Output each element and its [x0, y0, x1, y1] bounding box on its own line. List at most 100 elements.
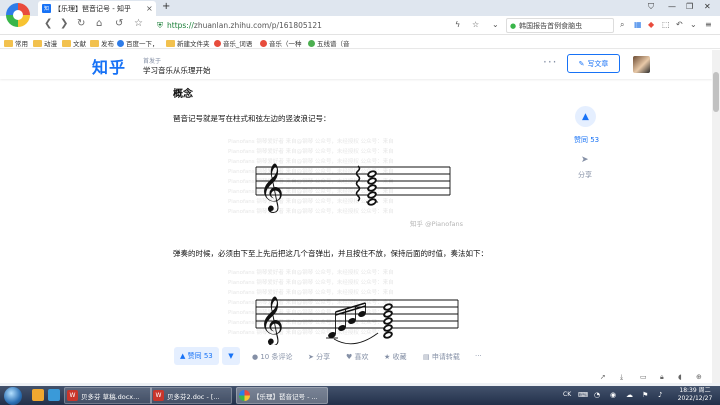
like-label: 喜欢 [354, 353, 369, 361]
avatar[interactable] [633, 56, 650, 73]
windows-taskbar: W 贝多芬 草稿.docx... W 贝多芬2.doc - [... 【乐理】琶… [0, 386, 720, 405]
bookmark-label: 发布 [101, 40, 114, 48]
bookmark-item[interactable]: 文献 [62, 38, 86, 48]
taskbar-item-label: 贝多芬 草稿.docx... [81, 392, 140, 401]
keyboard-icon[interactable]: ⌨ [578, 391, 588, 399]
share-icon[interactable]: ➤ [581, 155, 589, 165]
bookmark-label: 动漫 [44, 40, 57, 48]
search-icon[interactable]: ⌕ [620, 20, 624, 30]
upvote-count[interactable]: 赞同 53 [574, 135, 599, 145]
sound-icon[interactable]: ◖ [678, 373, 682, 381]
url-field[interactable]: ⛨ https:// zhuanlan.zhihu.com/p/16180512… [157, 18, 489, 33]
folder-icon[interactable] [32, 389, 44, 401]
column-label: 首发于 [143, 58, 162, 65]
downvote-button[interactable]: ▼ [222, 347, 240, 365]
bookmark-label: 常用 [15, 40, 28, 48]
lightning-icon[interactable]: ϟ [455, 20, 460, 29]
zhihu-logo[interactable]: 知乎 [92, 54, 126, 78]
maximize-icon[interactable]: ❐ [686, 2, 693, 11]
browser-menu-icon[interactable]: ⛉ [648, 2, 654, 12]
clock-time: 18:39 周二 [679, 387, 711, 394]
search-text: 韩国报告首例食脑虫 [519, 21, 583, 30]
reload-icon[interactable]: ↻ [77, 18, 85, 29]
send-icon[interactable]: ➚ [600, 373, 606, 381]
volume-icon[interactable]: ♪ [658, 391, 662, 399]
reprint-icon: ▤ [423, 353, 430, 361]
bookmark-item[interactable]: 常用 [4, 38, 28, 48]
favorites-star-icon[interactable]: ☆ [134, 18, 143, 29]
staff-lines [255, 166, 451, 196]
wechat-icon[interactable]: ◉ [610, 391, 616, 399]
upvote-arrow-icon: ▲ [582, 111, 589, 122]
upvote-circle-button[interactable]: ▲ [575, 106, 596, 127]
folder-icon [4, 39, 13, 47]
paragraph-2: 弹奏的时候，必须由下至上先后把这几个音弹出，并且按住不放，保持后面的时值，奏法如… [173, 249, 488, 258]
favorite-button[interactable]: ★ 收藏 [384, 352, 407, 362]
home-icon[interactable]: ⌂ [96, 18, 102, 29]
cloud-icon[interactable]: ☁ [626, 391, 633, 399]
layout-icon[interactable]: ▭ [640, 373, 647, 381]
menu-icon[interactable]: ≡ [705, 20, 712, 29]
taskbar-item-doc1[interactable]: W 贝多芬 草稿.docx... [64, 387, 152, 404]
page-scrollbar[interactable] [712, 50, 720, 383]
like-button[interactable]: ♥ 喜欢 [346, 352, 369, 362]
app-icon[interactable] [48, 389, 60, 401]
minimize-icon[interactable]: — [668, 2, 676, 11]
column-name[interactable]: 学习音乐从乐理开始 [143, 65, 211, 76]
input-method-indicator[interactable]: CK [563, 391, 571, 398]
upvote-button[interactable]: ▲ 赞同 53 [174, 347, 219, 365]
network-icon[interactable]: ◔ [594, 391, 600, 399]
chevron-down-icon[interactable]: ⌄ [690, 20, 697, 29]
reprint-button[interactable]: ▤ 申请转载 [423, 352, 460, 362]
extension-icon[interactable]: ⬚ [662, 20, 670, 29]
taskbar-clock[interactable]: 18:39 周二 2022/12/27 [672, 387, 718, 403]
write-article-button[interactable]: ✎ 写文章 [567, 54, 620, 73]
tie-slur [333, 332, 379, 345]
bookmark-item[interactable]: 动漫 [33, 38, 57, 48]
new-tab-button[interactable]: + [162, 1, 170, 12]
flag-icon[interactable]: ⚑ [642, 391, 648, 399]
bookmark-label: 百度一下， [126, 40, 159, 48]
more-actions-icon[interactable]: ··· [475, 352, 482, 360]
taskbar-item-browser[interactable]: 【乐理】琶音记号 - ... [236, 387, 328, 404]
more-options-icon[interactable]: ··· [543, 55, 557, 69]
share-label[interactable]: 分享 [578, 170, 592, 180]
taskbar-item-doc2[interactable]: W 贝多芬2.doc - [... [150, 387, 232, 404]
bookmark-item[interactable]: 新建文件夹 [166, 38, 210, 48]
zoom-icon[interactable]: ⊕ [696, 373, 702, 381]
share-label: 分享 [316, 353, 331, 361]
forward-icon[interactable]: ❯ [60, 18, 68, 29]
staff-lines [255, 299, 459, 329]
scrollbar-thumb[interactable] [713, 72, 719, 112]
tab-close-icon[interactable]: × [146, 4, 156, 13]
browser-logo-icon[interactable] [6, 3, 30, 27]
star-icon[interactable]: ☆ [472, 20, 479, 29]
bookmark-item[interactable]: 音乐（一种 [260, 38, 302, 48]
paragraph-1: 琶音记号就是写在柱式和弦左边的竖波浪记号： [173, 114, 331, 123]
grid-icon[interactable]: ▦ [634, 20, 642, 29]
zhihu-header: 知乎 首发于 学习音乐从乐理开始 ··· ✎ 写文章 [0, 50, 712, 79]
undo-icon[interactable]: ↶ [676, 20, 683, 29]
bookmark-item[interactable]: 五线谱（音 [308, 38, 350, 48]
gamepad-icon[interactable]: ◆ [648, 20, 654, 29]
bookmark-label: 五线谱（音 [317, 40, 350, 48]
start-button[interactable] [4, 387, 22, 405]
taskbar-item-label: 贝多芬2.doc - [... [167, 392, 220, 401]
browser-icon [239, 390, 250, 401]
lock-icon[interactable]: 🔒︎ [660, 373, 664, 382]
comment-icon: ● [252, 353, 259, 361]
back-icon[interactable]: ❮ [44, 18, 52, 29]
browser-tab-active[interactable]: 知 【乐理】琶音记号 - 知乎 × [38, 1, 156, 16]
undo-close-icon[interactable]: ↺ [115, 18, 123, 29]
dropdown-icon[interactable]: ⌄ [492, 20, 499, 29]
folder-icon [62, 39, 71, 47]
download-icon[interactable]: ⤓ [620, 373, 623, 382]
search-input[interactable]: ● 韩国报告首例食脑虫 [506, 18, 614, 33]
bookmark-item[interactable]: 百度一下， [117, 38, 159, 48]
bookmark-item[interactable]: 音乐_词语 [214, 38, 252, 48]
bookmark-item[interactable]: 发布 [90, 38, 114, 48]
address-bar: ❮ ❯ ↻ ⌂ ↺ ☆ ⛨ https:// zhuanlan.zhihu.co… [0, 16, 720, 35]
share-button[interactable]: ➤ 分享 [308, 352, 330, 362]
close-window-icon[interactable]: ✕ [704, 2, 711, 11]
comments-button[interactable]: ● 10 条评论 [252, 352, 292, 362]
